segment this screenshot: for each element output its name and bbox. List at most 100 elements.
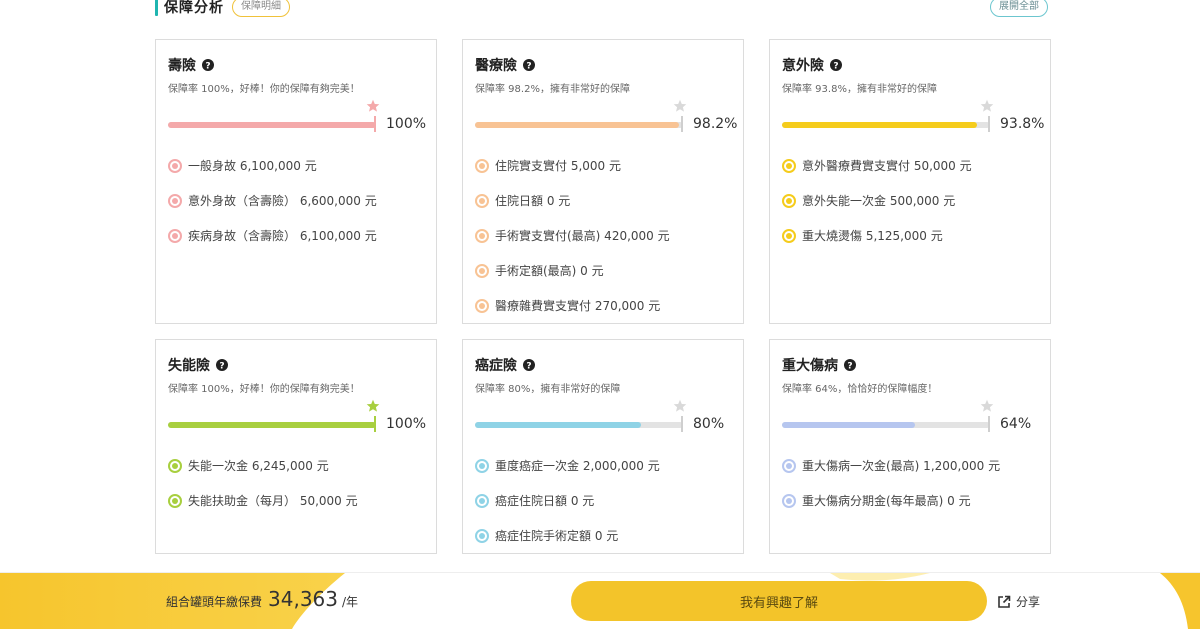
bullet-dot-icon: [168, 228, 182, 243]
star-icon: [980, 399, 994, 412]
progress-end-marker: [374, 116, 376, 132]
item-accidental-death: 意外身故（含壽險） 6,600,000 元: [168, 183, 377, 218]
bullet-dot-icon: [475, 458, 489, 473]
item-severe-cancer-lump: 重度癌症一次金 2,000,000 元: [475, 448, 660, 483]
help-icon[interactable]: ?: [523, 359, 535, 371]
coverage-progress-fill: [168, 122, 376, 128]
coverage-rate-text: 保障率 64%，恰恰好的保障幅度！: [782, 384, 938, 395]
coverage-progress-fill: [782, 122, 978, 128]
card-disability-insurance: 失能險? 保障率 100%，好棒！你的保障有夠完美！ 100% 失能一次金 6,245…: [155, 339, 437, 554]
item-cancer-hospital-daily: 癌症住院日額 0 元: [475, 483, 660, 518]
coverage-item-text: 重大傷病一次金(最高) 1,200,000 元: [802, 459, 1001, 473]
card-title-text: 癌症險: [475, 358, 517, 374]
expand-all-button[interactable]: 展開全部: [990, 0, 1048, 17]
coverage-item-text: 重大燒燙傷 5,125,000 元: [802, 229, 943, 243]
card-cancer-insurance: 癌症險? 保障率 80%，擁有非常好的保障 80% 重度癌症一次金 2,000,000…: [462, 339, 744, 554]
coverage-item-list: 住院實支實付 5,000 元住院日額 0 元手術實支實付(最高) 420,000…: [475, 148, 670, 323]
item-critical-illness-lump: 重大傷病一次金(最高) 1,200,000 元: [782, 448, 1000, 483]
svg-text:?: ?: [205, 61, 210, 71]
coverage-item-list: 意外醫療費實支實付 50,000 元意外失能一次金 500,000 元重大燒燙傷…: [782, 148, 972, 253]
card-medical-insurance: 醫療險? 保障率 98.2%，擁有非常好的保障 98.2% 住院實支實付 5,000 …: [462, 39, 744, 324]
bullet-dot-icon: [782, 493, 796, 508]
share-label: 分享: [1016, 595, 1041, 609]
help-icon[interactable]: ?: [202, 59, 214, 71]
share-button[interactable]: 分享: [997, 593, 1040, 610]
bullet-dot-icon: [168, 493, 182, 508]
coverage-item-list: 失能一次金 6,245,000 元失能扶助金（每月） 50,000 元: [168, 448, 358, 518]
coverage-item-text: 失能扶助金（每月） 50,000 元: [188, 494, 358, 508]
star-icon: [673, 99, 687, 112]
card-title: 意外險?: [782, 55, 842, 75]
bullet-dot-icon: [782, 458, 796, 473]
interest-button[interactable]: 我有興趣了解: [571, 581, 987, 621]
svg-text:?: ?: [526, 361, 531, 371]
item-cancer-surgery-fixed: 癌症住院手術定額 0 元: [475, 518, 660, 553]
coverage-progress-fill: [475, 422, 642, 428]
help-icon[interactable]: ?: [523, 59, 535, 71]
coverage-percent: 64%: [1000, 416, 1032, 432]
coverage-progress-track: [168, 122, 376, 128]
premium-unit: /年: [342, 595, 359, 609]
progress-end-marker: [681, 116, 683, 132]
coverage-progress-fill: [475, 122, 680, 128]
coverage-percent: 100%: [386, 116, 427, 132]
bullet-dot-icon: [475, 493, 489, 508]
item-accident-disability-lump: 意外失能一次金 500,000 元: [782, 183, 972, 218]
card-title-text: 壽險: [168, 58, 196, 74]
coverage-item-text: 癌症住院日額 0 元: [495, 494, 595, 508]
card-title-text: 醫療險: [475, 58, 517, 74]
coverage-item-list: 重度癌症一次金 2,000,000 元癌症住院日額 0 元癌症住院手術定額 0 …: [475, 448, 660, 553]
card-critical-illness: 重大傷病? 保障率 64%，恰恰好的保障幅度！ 64% 重大傷病一次金(最高) 1,2…: [769, 339, 1051, 554]
bullet-dot-icon: [475, 193, 489, 208]
coverage-progress-track: [782, 422, 990, 428]
coverage-item-text: 疾病身故（含壽險） 6,100,000 元: [188, 229, 377, 243]
coverage-percent: 100%: [386, 416, 427, 432]
premium-label: 組合罐頭年繳保費: [166, 595, 263, 609]
item-general-death: 一般身故 6,100,000 元: [168, 148, 377, 183]
svg-text:?: ?: [219, 361, 224, 371]
item-major-burn: 重大燒燙傷 5,125,000 元: [782, 218, 972, 253]
card-accident-insurance: 意外險? 保障率 93.8%，擁有非常好的保障 93.8% 意外醫療費實支實付 50,…: [769, 39, 1051, 324]
coverage-progress-track: [782, 122, 990, 128]
coverage-progress-fill: [168, 422, 376, 428]
item-medical-misc-reimbursement: 醫療雜費實支實付 270,000 元: [475, 288, 670, 323]
bottom-bar: 組合罐頭年繳保費 34,363 /年 我有興趣了解 分享: [0, 572, 1200, 629]
bullet-dot-icon: [168, 158, 182, 173]
progress-end-marker: [988, 416, 990, 432]
coverage-item-text: 住院日額 0 元: [495, 194, 571, 208]
help-icon[interactable]: ?: [830, 59, 842, 71]
coverage-item-text: 住院實支實付 5,000 元: [495, 159, 621, 173]
svg-text:?: ?: [833, 61, 838, 71]
progress-end-marker: [374, 416, 376, 432]
coverage-progress-track: [475, 422, 683, 428]
coverage-item-text: 手術實支實付(最高) 420,000 元: [495, 229, 670, 243]
item-disability-lump: 失能一次金 6,245,000 元: [168, 448, 358, 483]
bullet-dot-icon: [782, 228, 796, 243]
card-title-text: 意外險: [782, 58, 824, 74]
item-accident-medical-reimbursement: 意外醫療費實支實付 50,000 元: [782, 148, 972, 183]
coverage-item-text: 重度癌症一次金 2,000,000 元: [495, 459, 660, 473]
item-hospital-reimbursement: 住院實支實付 5,000 元: [475, 148, 670, 183]
bullet-dot-icon: [475, 528, 489, 543]
card-title-text: 失能險: [168, 358, 210, 374]
svg-text:?: ?: [847, 361, 852, 371]
coverage-item-text: 失能一次金 6,245,000 元: [188, 459, 329, 473]
coverage-item-text: 意外身故（含壽險） 6,600,000 元: [188, 194, 377, 208]
section-accent-bar: [155, 0, 158, 16]
help-icon[interactable]: ?: [844, 359, 856, 371]
card-life-insurance: 壽險? 保障率 100%，好棒！你的保障有夠完美！ 100% 一般身故 6,100,0…: [155, 39, 437, 324]
svg-text:?: ?: [526, 61, 531, 71]
card-title-text: 重大傷病: [782, 358, 838, 374]
card-title: 重大傷病?: [782, 355, 856, 375]
card-title: 失能險?: [168, 355, 228, 375]
help-icon[interactable]: ?: [216, 359, 228, 371]
coverage-detail-button[interactable]: 保障明細: [232, 0, 290, 17]
bullet-dot-icon: [168, 458, 182, 473]
bullet-dot-icon: [168, 193, 182, 208]
bullet-dot-icon: [475, 228, 489, 243]
card-title: 壽險?: [168, 55, 214, 75]
progress-end-marker: [681, 416, 683, 432]
bullet-dot-icon: [475, 298, 489, 313]
expand-all-container: 展開全部: [990, 0, 1048, 20]
coverage-progress-track: [475, 122, 683, 128]
